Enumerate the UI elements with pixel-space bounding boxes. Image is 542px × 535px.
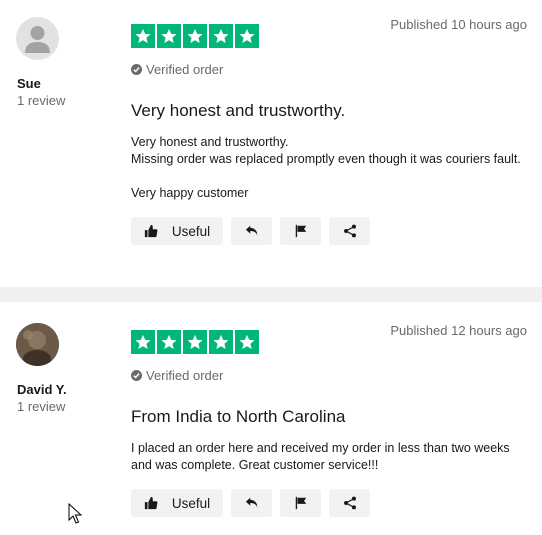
star-icon bbox=[131, 330, 155, 354]
avatar[interactable] bbox=[16, 17, 59, 60]
user-photo-icon bbox=[16, 323, 59, 366]
verified-label: Verified order bbox=[146, 368, 224, 383]
share-button[interactable] bbox=[329, 489, 370, 517]
star-icon bbox=[235, 330, 259, 354]
verified-label: Verified order bbox=[146, 62, 224, 77]
report-button[interactable] bbox=[280, 489, 321, 517]
star-icon bbox=[209, 330, 233, 354]
review-actions: Useful bbox=[131, 217, 370, 245]
star-rating bbox=[131, 24, 259, 48]
consumer-name[interactable]: David Y. bbox=[17, 382, 67, 397]
verified-badge: Verified order bbox=[131, 368, 223, 383]
reply-icon bbox=[245, 497, 257, 508]
verified-check-icon bbox=[131, 64, 142, 75]
share-icon bbox=[343, 496, 356, 510]
review-title[interactable]: Very honest and trustworthy. bbox=[131, 101, 345, 121]
verified-badge: Verified order bbox=[131, 62, 223, 77]
thumbs-up-icon bbox=[144, 224, 158, 238]
review-separator bbox=[0, 287, 542, 302]
reply-button[interactable] bbox=[231, 489, 272, 517]
star-rating bbox=[131, 330, 259, 354]
default-avatar-icon bbox=[25, 26, 50, 53]
review-title[interactable]: From India to North Carolina bbox=[131, 407, 345, 427]
share-button[interactable] bbox=[329, 217, 370, 245]
star-icon bbox=[183, 330, 207, 354]
star-icon bbox=[131, 24, 155, 48]
useful-label: Useful bbox=[171, 495, 211, 511]
review-body: I placed an order here and received my o… bbox=[131, 440, 531, 474]
flag-icon bbox=[295, 496, 306, 510]
review-body-line: Very happy customer bbox=[131, 186, 249, 200]
thumbs-up-icon bbox=[144, 496, 158, 510]
star-icon bbox=[157, 24, 181, 48]
consumer-name[interactable]: Sue bbox=[17, 76, 41, 91]
mouse-cursor-icon bbox=[68, 503, 82, 524]
report-button[interactable] bbox=[280, 217, 321, 245]
review-card: David Y. 1 review Published 12 hours ago… bbox=[0, 302, 542, 535]
reply-icon bbox=[245, 225, 257, 236]
useful-label: Useful bbox=[171, 223, 211, 239]
star-icon bbox=[183, 24, 207, 48]
star-icon bbox=[157, 330, 181, 354]
published-date: Published 10 hours ago bbox=[390, 17, 527, 32]
review-body-line: Very honest and trustworthy. bbox=[131, 135, 289, 149]
review-actions: Useful bbox=[131, 489, 370, 517]
review-body-line: I placed an order here and received my o… bbox=[131, 441, 510, 472]
published-date: Published 12 hours ago bbox=[390, 323, 527, 338]
flag-icon bbox=[295, 224, 306, 238]
reply-button[interactable] bbox=[231, 217, 272, 245]
verified-check-icon bbox=[131, 370, 142, 381]
share-icon bbox=[343, 224, 356, 238]
star-icon bbox=[209, 24, 233, 48]
useful-button[interactable]: Useful bbox=[131, 489, 223, 517]
star-icon bbox=[235, 24, 259, 48]
review-card: Sue 1 review Published 10 hours ago Veri… bbox=[0, 0, 542, 287]
review-body-line: Missing order was replaced promptly even… bbox=[131, 152, 521, 166]
useful-button[interactable]: Useful bbox=[131, 217, 223, 245]
review-body: Very honest and trustworthy. Missing ord… bbox=[131, 134, 531, 202]
review-count: 1 review bbox=[17, 93, 66, 108]
avatar[interactable] bbox=[16, 323, 59, 366]
review-count: 1 review bbox=[17, 399, 66, 414]
